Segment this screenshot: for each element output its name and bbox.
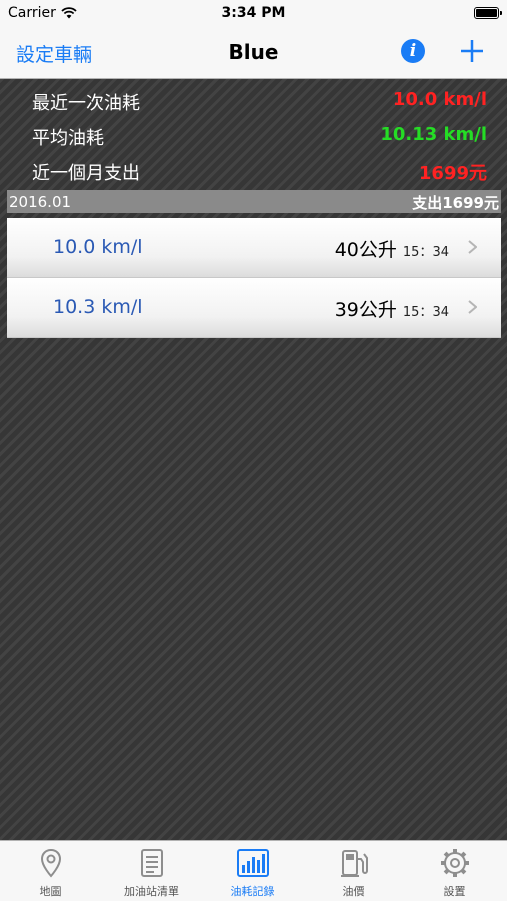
tab-label: 油價 xyxy=(342,885,365,898)
info-icon[interactable]: i xyxy=(401,39,425,63)
record-liters: 39公升 xyxy=(334,299,397,321)
summary-average-consumption: 平均油耗 10.13 km/l xyxy=(32,120,487,152)
section-total-expense: 支出1699元 xyxy=(412,194,499,212)
tab-label: 設置 xyxy=(443,885,466,898)
set-vehicle-button[interactable]: 設定車輛 xyxy=(16,40,92,67)
summary-value: 10.0 km/l xyxy=(392,89,487,110)
tab-bar: 地圖 加油站清單 油耗記錄 油價 設置 xyxy=(0,840,507,901)
plus-icon[interactable] xyxy=(459,38,485,64)
status-time: 3:34 PM xyxy=(221,5,286,21)
main-content: 最近一次油耗 10.0 km/l 平均油耗 10.13 km/l 近一個月支出 … xyxy=(0,79,507,840)
record-time: 15：34 xyxy=(402,305,449,320)
tab-fuel-price[interactable]: 油價 xyxy=(303,841,404,901)
tab-map[interactable]: 地圖 xyxy=(0,841,101,901)
tab-label: 油耗記錄 xyxy=(230,885,275,898)
navigation-bar: 設定車輛 Blue i xyxy=(0,28,507,79)
tab-station-list[interactable]: 加油站清單 xyxy=(101,841,202,901)
tab-settings[interactable]: 設置 xyxy=(404,841,505,901)
summary-label: 近一個月支出 xyxy=(32,163,140,184)
section-month: 2016.01 xyxy=(9,193,72,211)
chevron-right-icon xyxy=(468,240,477,254)
chevron-right-icon xyxy=(468,300,477,314)
record-row[interactable]: 10.0 km/l 40公升 15：34 xyxy=(7,218,501,278)
bar-chart-icon xyxy=(237,849,269,877)
map-pin-icon xyxy=(40,848,62,878)
battery-icon xyxy=(474,7,502,19)
summary-monthly-expense: 近一個月支出 1699元 xyxy=(32,155,487,187)
gear-icon xyxy=(441,849,469,877)
record-consumption: 10.3 km/l xyxy=(53,296,143,318)
list-document-icon xyxy=(141,849,163,877)
tab-label: 加油站清單 xyxy=(124,885,179,898)
record-liters: 40公升 xyxy=(334,239,397,261)
record-row[interactable]: 10.3 km/l 39公升 15：34 xyxy=(7,278,501,338)
summary-latest-consumption: 最近一次油耗 10.0 km/l xyxy=(32,85,487,117)
summary-label: 最近一次油耗 xyxy=(32,93,140,114)
tab-label: 地圖 xyxy=(39,885,62,898)
tab-fuel-records[interactable]: 油耗記錄 xyxy=(202,841,303,901)
status-bar: Carrier 3:34 PM xyxy=(0,0,507,28)
summary-value: 10.13 km/l xyxy=(380,124,487,145)
fuel-pump-icon xyxy=(341,850,368,877)
month-section-header: 2016.01 支出1699元 xyxy=(7,190,501,213)
summary-label: 平均油耗 xyxy=(32,128,104,149)
summary-value: 1699元 xyxy=(418,163,487,184)
record-time: 15：34 xyxy=(402,245,449,260)
record-consumption: 10.0 km/l xyxy=(53,236,143,258)
